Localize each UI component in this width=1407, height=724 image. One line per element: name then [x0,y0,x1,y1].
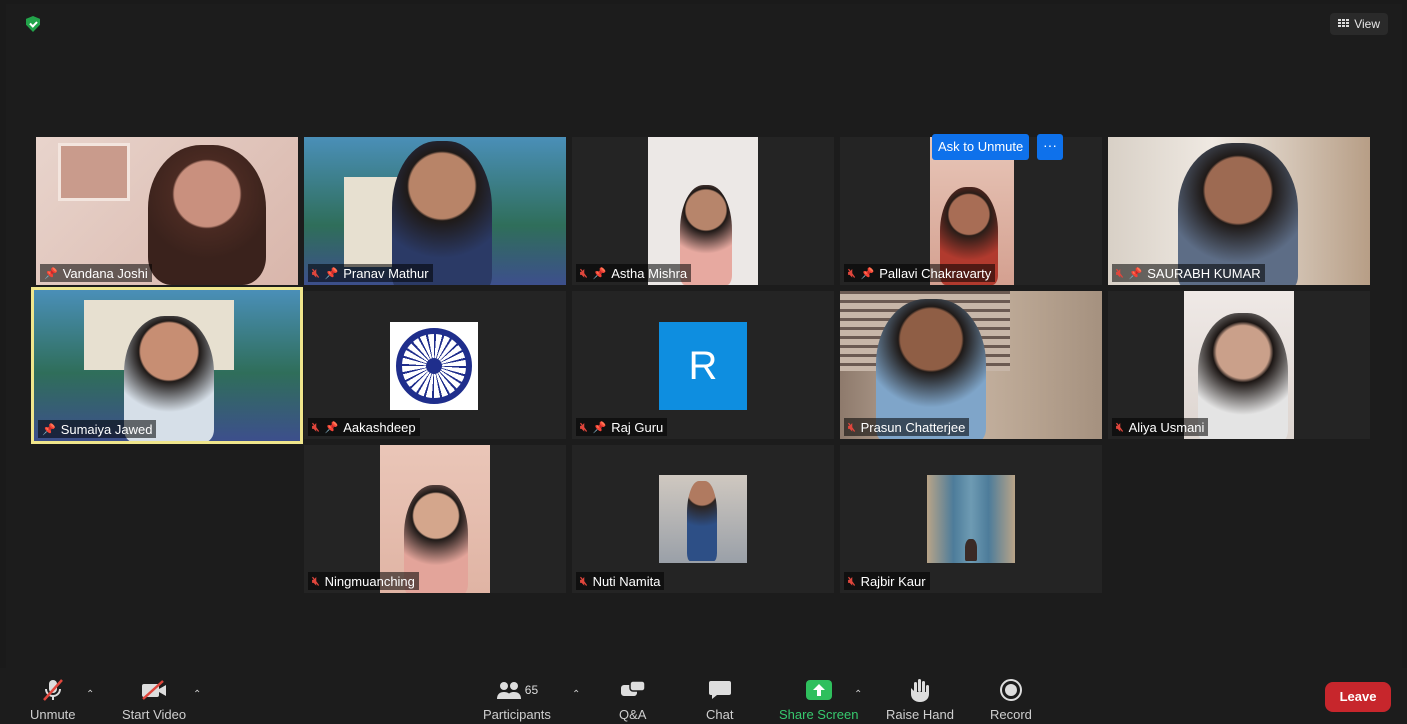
view-label: View [1354,17,1380,31]
participant-name: Ningmuanching [324,573,415,589]
mic-muted-icon: 🔇︎ [580,265,588,280]
leave-button[interactable]: Leave [1325,682,1391,712]
participant-name-bar: 🔇︎ Prasun Chatterjee [844,418,970,436]
participant-name: Pallavi Chakravarty [879,265,992,281]
video-off-icon [140,677,168,703]
participant-name: Aliya Usmani [1128,419,1205,435]
chat-button[interactable]: Chat [706,677,733,722]
ask-to-unmute-button[interactable]: Ask to Unmute [932,134,1030,160]
pin-icon: 📌 [1128,267,1143,280]
participants-button[interactable]: 65 Participants [483,677,551,722]
shield-check-icon[interactable] [26,16,40,32]
mic-muted-icon: 🔇︎ [1116,419,1124,434]
record-label: Record [990,707,1032,722]
participant-name: Astha Mishra [611,265,688,281]
mic-muted-icon: 🔇︎ [580,573,588,588]
avatar-letter: R [659,322,747,410]
mic-muted-icon: 🔇︎ [312,419,320,434]
share-options-caret-icon[interactable]: ⌃ [854,689,862,700]
chat-label: Chat [706,707,734,722]
participant-name: Vandana Joshi [62,265,148,281]
video-tile-rajbir[interactable]: 🔇︎ Rajbir Kaur [840,445,1102,593]
mic-muted-icon: 🔇︎ [312,573,320,588]
pin-icon: 📌 [44,267,58,280]
share-screen-label: Share Screen [779,707,859,722]
record-button[interactable]: Record [990,677,1032,722]
grid-icon [1338,19,1350,29]
raise-hand-button[interactable]: Raise Hand [886,677,954,722]
unmute-label: Unmute [30,707,76,722]
qa-bubbles-icon [620,677,646,703]
mic-muted-icon: 🔇︎ [848,265,856,280]
participant-name-bar: 📌 Vandana Joshi [40,264,152,282]
video-tile-vandana[interactable]: 📌 Vandana Joshi [36,137,298,285]
participant-name: Rajbir Kaur [860,573,926,589]
mic-muted-icon: 🔇︎ [1116,265,1124,280]
view-button[interactable]: View [1330,13,1388,35]
participant-name-bar: 🔇︎ 📌 Astha Mishra [576,264,692,282]
video-tile-nuti[interactable]: 🔇︎ Nuti Namita [572,445,834,593]
participant-name-bar: 🔇︎ 📌 Aakashdeep [308,418,420,436]
start-video-button[interactable]: Start Video [122,677,186,722]
participant-name-bar: 🔇︎ 📌 Pranav Mathur [308,264,433,282]
more-options-button[interactable]: ··· [1037,134,1063,160]
participant-name-bar: 📌 Sumaiya Jawed [38,420,157,438]
mic-muted-icon: 🔇︎ [580,419,588,434]
video-tile-saurabh[interactable]: 🔇︎ 📌 SAURABH KUMAR [1108,137,1370,285]
profile-picture [390,322,478,410]
pin-icon: 📌 [324,421,339,434]
unmute-button[interactable]: Unmute [30,677,76,722]
raise-hand-icon [910,677,930,703]
participants-count: 65 [524,683,539,697]
mic-muted-icon: 🔇︎ [848,573,856,588]
start-video-label: Start Video [122,707,187,722]
share-screen-arrow-icon [805,677,832,703]
pin-icon: 📌 [592,421,607,434]
video-tile-raj[interactable]: R 🔇︎ 📌 Raj Guru [572,291,834,439]
video-tile-aliya[interactable]: 🔇︎ Aliya Usmani [1108,291,1370,439]
video-tile-ningmuanching[interactable]: 🔇︎ Ningmuanching [304,445,566,593]
participant-name-bar: 🔇︎ Nuti Namita [576,572,665,590]
chat-bubble-icon [708,677,732,703]
participant-name-bar: 🔇︎ 📌 Pallavi Chakravarty [844,264,996,282]
profile-picture [659,475,747,563]
participant-name-bar: 🔇︎ 📌 SAURABH KUMAR [1112,264,1265,282]
meeting-toolbar: Unmute ⌃ Start Video ⌃ 65 Participants ⌃… [0,668,1407,724]
profile-picture [927,475,1015,563]
pin-icon: 📌 [42,423,56,436]
participant-name-bar: 🔇︎ Rajbir Kaur [844,572,930,590]
participants-icon: 65 [496,677,538,703]
participant-name: Prasun Chatterjee [860,419,966,435]
qa-button[interactable]: Q&A [619,677,646,722]
record-icon [999,677,1022,703]
participant-name: SAURABH KUMAR [1147,265,1261,281]
video-tile-prasun[interactable]: 🔇︎ Prasun Chatterjee [840,291,1102,439]
share-screen-button[interactable]: Share Screen [779,677,859,722]
mic-muted-icon: 🔇︎ [312,265,320,280]
video-tile-astha[interactable]: 🔇︎ 📌 Astha Mishra [572,137,834,285]
pin-icon: 📌 [860,267,875,280]
video-tile-pranav[interactable]: 🔇︎ 📌 Pranav Mathur [304,137,566,285]
video-tile-sumaiya-active-speaker[interactable]: 📌 Sumaiya Jawed [31,287,303,444]
pin-icon: 📌 [324,267,339,280]
participant-name: Raj Guru [611,419,664,435]
video-tile-aakashdeep[interactable]: 🔇︎ 📌 Aakashdeep [304,291,566,439]
participant-name-bar: 🔇︎ Aliya Usmani [1112,418,1209,436]
participants-label: Participants [483,707,551,722]
raise-hand-label: Raise Hand [886,707,954,722]
participant-name: Aakashdeep [343,419,416,435]
participant-name: Sumaiya Jawed [60,421,153,437]
pin-icon: 📌 [592,267,607,280]
qa-label: Q&A [619,707,647,722]
participant-name-bar: 🔇︎ 📌 Raj Guru [576,418,668,436]
audio-options-caret-icon[interactable]: ⌃ [86,689,94,700]
mic-muted-icon [42,677,64,703]
participant-name: Pranav Mathur [343,265,429,281]
participants-options-caret-icon[interactable]: ⌃ [572,689,580,700]
video-options-caret-icon[interactable]: ⌃ [193,689,201,700]
participant-name: Nuti Namita [592,573,661,589]
mic-muted-icon: 🔇︎ [848,419,856,434]
participant-name-bar: 🔇︎ Ningmuanching [308,572,419,590]
